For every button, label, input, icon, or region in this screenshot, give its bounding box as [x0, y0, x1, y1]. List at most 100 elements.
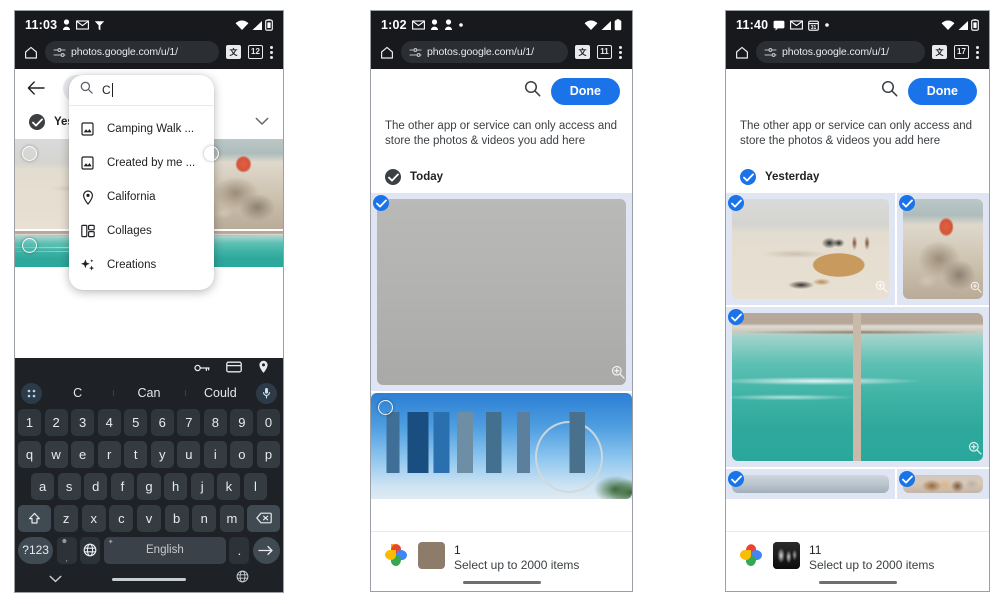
selected-photo-thumbnail[interactable] [418, 542, 445, 569]
key-v[interactable]: v [136, 504, 162, 532]
backspace-icon[interactable] [247, 504, 280, 532]
key-7[interactable]: 7 [177, 408, 201, 436]
keyboard-suggestion-1[interactable]: Can [113, 386, 184, 400]
home-gesture-pill[interactable] [818, 580, 897, 584]
key-1[interactable]: 1 [18, 408, 42, 436]
key-k[interactable]: k [217, 472, 241, 500]
location-pin-icon[interactable] [258, 360, 269, 379]
address-bar[interactable]: photos.google.com/u/1/ [756, 41, 925, 63]
key-2[interactable]: 2 [44, 408, 68, 436]
section-checkbox-icon[interactable] [740, 169, 756, 185]
kebab-menu-icon[interactable] [619, 45, 623, 59]
key-e[interactable]: e [71, 440, 95, 468]
payment-card-icon[interactable] [226, 360, 242, 378]
key-4[interactable]: 4 [97, 408, 121, 436]
search-suggestions-dropdown[interactable]: C Camping Walk ... Created by me ... Cal… [69, 75, 214, 290]
search-icon[interactable] [524, 80, 541, 102]
photo-tile-ocean-partial[interactable] [726, 469, 896, 499]
key-o[interactable]: o [230, 440, 254, 468]
keyboard-suggestion-0[interactable]: C [42, 386, 113, 400]
symbols-key[interactable]: ?123 [18, 536, 54, 564]
key-u[interactable]: u [177, 440, 201, 468]
key-3[interactable]: 3 [71, 408, 95, 436]
photo-tile-indoor-partial[interactable] [897, 469, 989, 499]
tab-count-icon[interactable]: 12 [248, 45, 263, 59]
comma-key[interactable]: ☻ , [56, 536, 77, 564]
address-bar[interactable]: photos.google.com/u/1/ [401, 41, 568, 63]
home-icon[interactable] [380, 46, 394, 59]
key-l[interactable]: l [243, 472, 267, 500]
suggestion-item[interactable]: Collages [69, 214, 214, 248]
key-0[interactable]: 0 [256, 408, 280, 436]
language-globe-icon[interactable] [80, 536, 101, 564]
done-button[interactable]: Done [907, 77, 977, 105]
enter-arrow-icon[interactable] [252, 536, 280, 564]
photo-tile-city-skyline[interactable] [371, 393, 632, 499]
photo-selected-check-icon[interactable] [373, 195, 389, 211]
key-b[interactable]: b [164, 504, 189, 532]
section-checkbox-icon[interactable] [385, 169, 401, 185]
key-8[interactable]: 8 [203, 408, 227, 436]
photo-select-circle-icon[interactable] [378, 400, 393, 415]
key-t[interactable]: t [124, 440, 148, 468]
google-translate-icon[interactable]: 文 [226, 45, 241, 59]
key-y[interactable]: y [150, 440, 174, 468]
photo-select-circle-icon[interactable] [204, 146, 220, 161]
selected-photo-thumbnail[interactable] [773, 542, 800, 569]
password-key-icon[interactable] [194, 360, 210, 378]
key-6[interactable]: 6 [150, 408, 174, 436]
key-s[interactable]: s [57, 472, 81, 500]
zoom-in-icon[interactable] [875, 280, 888, 298]
home-gesture-pill[interactable] [462, 580, 541, 584]
key-p[interactable]: p [256, 440, 280, 468]
key-x[interactable]: x [81, 504, 106, 532]
key-r[interactable]: r [97, 440, 121, 468]
photo-select-circle-icon[interactable] [22, 238, 37, 253]
photo-tile-beach-rocks[interactable] [897, 193, 989, 305]
key-c[interactable]: c [109, 504, 134, 532]
key-z[interactable]: z [54, 504, 79, 532]
home-icon[interactable] [24, 46, 38, 59]
section-checkbox-icon[interactable] [29, 114, 45, 130]
photo-tile-aerial-pier[interactable] [726, 307, 989, 467]
zoom-in-icon[interactable] [611, 365, 625, 384]
key-5[interactable]: 5 [124, 408, 148, 436]
shift-up-arrow-icon[interactable] [18, 504, 51, 532]
photo-select-circle-icon[interactable] [22, 146, 37, 161]
photo-tile-korean-food[interactable] [371, 193, 632, 391]
address-bar[interactable]: photos.google.com/u/1/ [45, 41, 219, 63]
key-a[interactable]: a [31, 472, 55, 500]
kebab-menu-icon[interactable] [270, 45, 274, 59]
kebab-menu-icon[interactable] [976, 45, 980, 59]
zoom-in-icon[interactable] [968, 441, 982, 460]
suggestion-item[interactable]: Creations [69, 248, 214, 282]
google-translate-icon[interactable]: 文 [932, 45, 947, 59]
microphone-icon[interactable] [255, 382, 277, 404]
search-input[interactable]: C [69, 75, 214, 106]
key-m[interactable]: m [219, 504, 244, 532]
photo-selected-check-icon[interactable] [728, 195, 744, 211]
photo-tile-beach-bag[interactable] [726, 193, 896, 305]
key-9[interactable]: 9 [230, 408, 254, 436]
key-f[interactable]: f [110, 472, 134, 500]
key-w[interactable]: w [44, 440, 68, 468]
zoom-in-icon[interactable] [970, 280, 982, 298]
suggestion-item[interactable]: California [69, 180, 214, 214]
space-key[interactable]: ✦ English [103, 536, 226, 564]
back-arrow-icon[interactable] [25, 77, 47, 99]
photo-selected-check-icon[interactable] [728, 471, 744, 487]
hide-keyboard-chevron-down-icon[interactable] [49, 570, 62, 588]
chevron-down-icon[interactable] [255, 113, 269, 131]
search-icon[interactable] [881, 80, 898, 102]
keyboard-suggestion-2[interactable]: Could [184, 386, 256, 400]
key-h[interactable]: h [164, 472, 188, 500]
suggestion-item[interactable]: Camping Walk ... [69, 112, 214, 146]
tab-count-icon[interactable]: 17 [954, 45, 969, 59]
tab-count-icon[interactable]: 11 [597, 45, 612, 59]
google-translate-icon[interactable]: 文 [575, 45, 590, 59]
nav-language-globe-icon[interactable] [236, 570, 249, 588]
key-i[interactable]: i [203, 440, 227, 468]
key-d[interactable]: d [84, 472, 108, 500]
home-gesture-pill[interactable] [112, 577, 186, 581]
done-button[interactable]: Done [550, 77, 620, 105]
